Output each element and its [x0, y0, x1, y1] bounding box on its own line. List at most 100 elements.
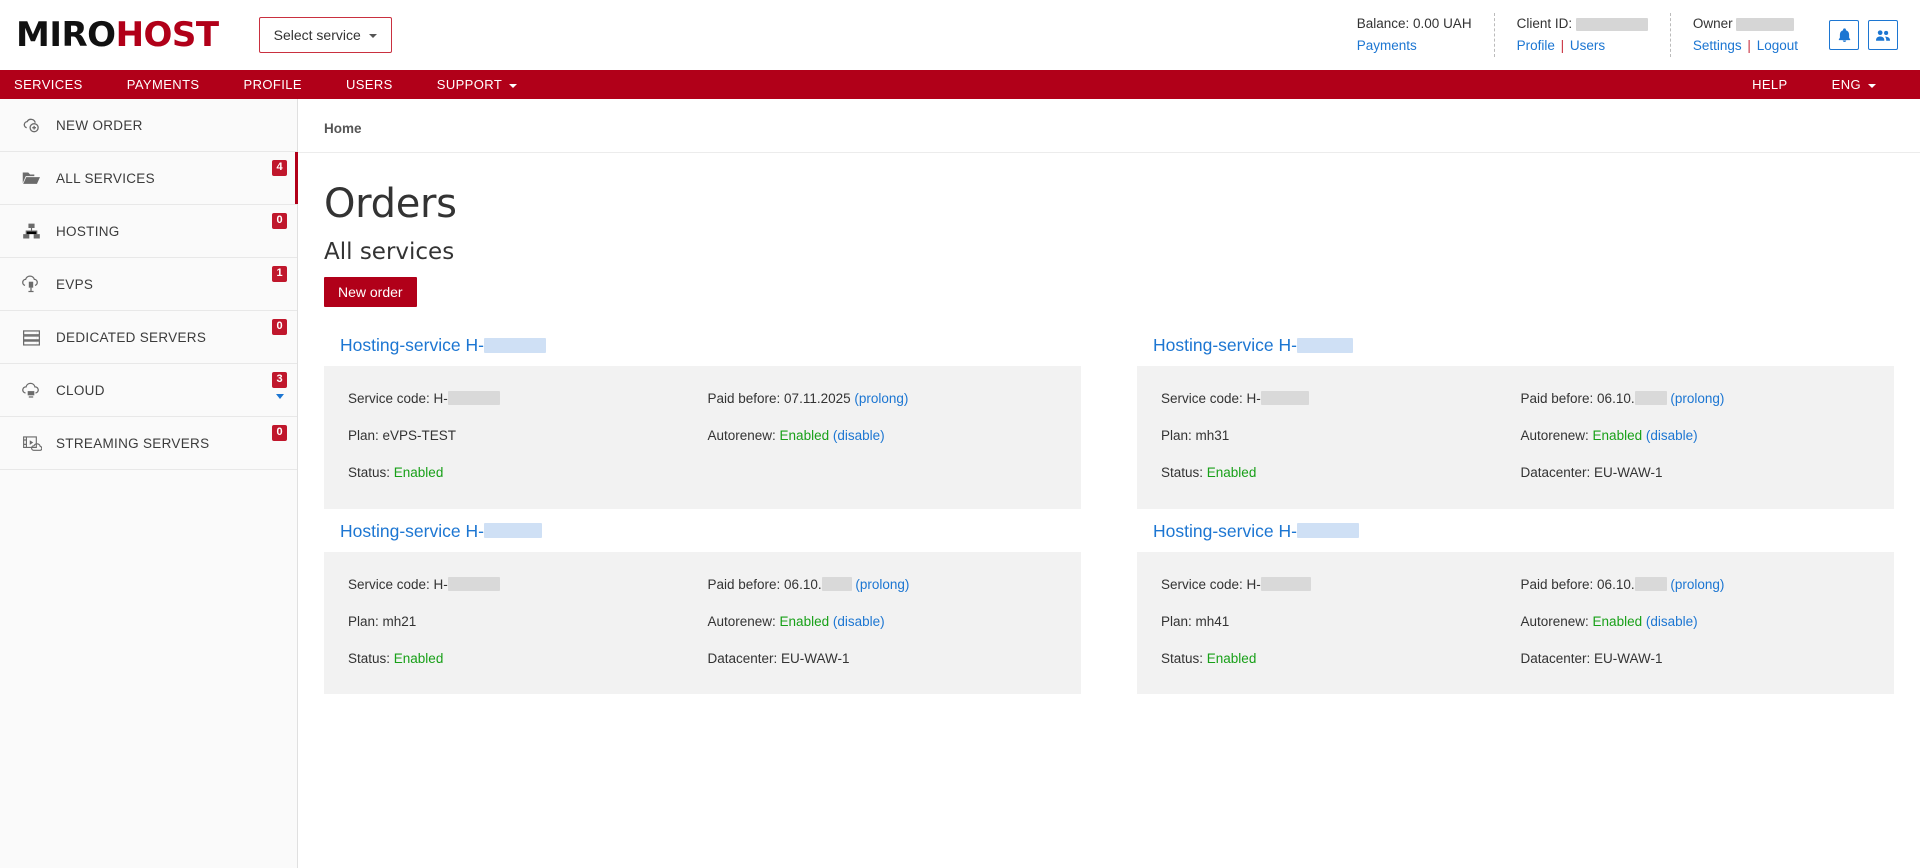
- nav-item-profile[interactable]: PROFILE: [222, 70, 324, 99]
- new-order-button[interactable]: New order: [324, 277, 417, 307]
- nav-item-users[interactable]: USERS: [324, 70, 415, 99]
- disable-autorenew-link[interactable]: (disable): [833, 614, 885, 629]
- nav-item-help[interactable]: HELP: [1730, 70, 1810, 99]
- paid-before-row: Paid before: 06.10. (prolong): [1520, 576, 1725, 592]
- client-id-redacted-value: [1575, 17, 1648, 31]
- main-content: Home Orders All services New order Hosti…: [298, 99, 1920, 868]
- page-title: Orders: [324, 181, 457, 227]
- logo-text-miro: MIRO: [16, 15, 116, 55]
- status-row: Status: Enabled: [348, 465, 444, 481]
- select-service-dropdown[interactable]: Select service: [258, 17, 392, 53]
- top-header: MIROHOST Select service Balance: 0.00 UA…: [0, 0, 1920, 70]
- settings-link[interactable]: Settings: [1693, 38, 1742, 53]
- server-stack-icon: [14, 327, 48, 348]
- logout-link[interactable]: Logout: [1757, 38, 1798, 53]
- client-block: Client ID: Profile | Users: [1493, 12, 1670, 58]
- autorenew-value: Enabled: [1592, 613, 1643, 629]
- owner-label: Owner: [1692, 15, 1733, 31]
- autorenew-row: Autorenew: Enabled (disable): [1520, 428, 1698, 444]
- balance-label: Balance: 0.00 UAH: [1356, 15, 1472, 31]
- service-card: Hosting-service H- Service code: H- Plan: …: [1137, 331, 1894, 509]
- service-card: Hosting-service H- Service code: H- Plan: …: [1137, 517, 1894, 695]
- nav-item-payments[interactable]: PAYMENTS: [105, 70, 222, 99]
- nav-item-services[interactable]: SERVICES: [0, 70, 105, 99]
- paid-before-row: Paid before: 06.10. (prolong): [1520, 391, 1725, 406]
- sidebar-badge: 0: [272, 319, 287, 335]
- status-value: Enabled: [393, 465, 444, 481]
- breadcrumb-home-link[interactable]: Home: [324, 121, 362, 136]
- sidebar-item-hosting[interactable]: HOSTING 0: [0, 205, 297, 258]
- service-card-right-column: Paid before: 06.10. (prolong) Autorenew: …: [1511, 386, 1871, 487]
- owner-block: Owner Settings | Logout: [1669, 12, 1820, 58]
- service-card-left-column: Service code: H- Plan: mh31 Status: Enable…: [1161, 386, 1511, 487]
- autorenew-row: Autorenew: Enabled (disable): [1520, 613, 1698, 629]
- profile-link[interactable]: Profile: [1517, 38, 1555, 53]
- disable-autorenew-link[interactable]: (disable): [833, 428, 885, 443]
- sidebar: NEW ORDER ALL SERVICES 4 HOSTING 0 EVPS …: [0, 99, 298, 868]
- prolong-link[interactable]: (prolong): [1670, 577, 1724, 592]
- nav-label: PROFILE: [243, 77, 302, 92]
- main-navigation: SERVICES PAYMENTS PROFILE USERS SUPPORT …: [0, 70, 1920, 99]
- disable-autorenew-link[interactable]: (disable): [1646, 428, 1698, 443]
- sidebar-badge: 4: [272, 160, 287, 176]
- page-body-wrapper: NEW ORDER ALL SERVICES 4 HOSTING 0 EVPS …: [0, 99, 1920, 868]
- prolong-link[interactable]: (prolong): [855, 577, 909, 592]
- users-link[interactable]: Users: [1570, 38, 1605, 53]
- payments-link[interactable]: Payments: [1357, 38, 1417, 53]
- redacted-service-code: [447, 391, 500, 406]
- service-card: Hosting-service H- Service code: H- Plan: …: [324, 517, 1081, 695]
- redacted-service-id: [1296, 523, 1359, 539]
- cloud-server-icon: [14, 273, 48, 295]
- sidebar-item-cloud[interactable]: CLOUD 3: [0, 364, 297, 417]
- owner-redacted-value: [1736, 17, 1795, 31]
- status-value: Enabled: [1206, 465, 1257, 481]
- nav-label: USERS: [345, 77, 393, 92]
- sidebar-item-evps[interactable]: EVPS 1: [0, 258, 297, 311]
- redacted-service-code: [1260, 391, 1309, 406]
- nav-item-support[interactable]: SUPPORT: [415, 70, 539, 99]
- cloud-plus-icon: [14, 115, 48, 136]
- redacted-service-id: [483, 523, 542, 539]
- redacted-service-code: [447, 577, 500, 591]
- datacenter-row: Datacenter: EU-WAW-1: [1520, 465, 1663, 481]
- service-card-body: Service code: H- Plan: eVPS-TEST Status: E…: [324, 366, 1081, 509]
- site-logo[interactable]: MIROHOST: [16, 18, 219, 52]
- service-code-row: Service code: H-: [348, 386, 698, 412]
- chevron-down-icon[interactable]: [276, 394, 284, 399]
- service-card-right-column: Paid before: 06.10. (prolong) Autorenew: …: [1511, 572, 1871, 673]
- accounts-button[interactable]: [1868, 20, 1898, 50]
- sidebar-item-label: HOSTING: [56, 223, 120, 239]
- service-card-title-link[interactable]: Hosting-service H-: [1137, 517, 1894, 552]
- disable-autorenew-link[interactable]: (disable): [1646, 614, 1698, 629]
- plan-row: Plan: mh41: [1161, 613, 1230, 629]
- link-separator: |: [1747, 38, 1751, 53]
- service-card-title-link[interactable]: Hosting-service H-: [1137, 331, 1894, 366]
- sidebar-item-all-services[interactable]: ALL SERVICES 4: [0, 152, 298, 205]
- nav-item-language[interactable]: ENG: [1810, 70, 1898, 99]
- notifications-button[interactable]: [1829, 20, 1859, 50]
- sidebar-item-new-order[interactable]: NEW ORDER: [0, 99, 297, 152]
- sidebar-item-label: DEDICATED SERVERS: [56, 329, 207, 345]
- link-separator: |: [1560, 38, 1565, 53]
- service-card-body: Service code: H- Plan: mh41 Status: Enable…: [1137, 551, 1894, 695]
- sidebar-badge: 3: [272, 372, 287, 388]
- sidebar-item-dedicated-servers[interactable]: DEDICATED SERVERS 0: [0, 311, 297, 364]
- service-card-left-column: Service code: H- Plan: mh21 Status: Enable…: [348, 572, 698, 673]
- status-row: Status: Enabled: [1161, 650, 1257, 666]
- redacted-service-id: [483, 337, 546, 353]
- page-body: Orders All services New order Hosting-se…: [298, 153, 1920, 695]
- plan-row: Plan: mh31: [1161, 428, 1230, 444]
- redacted-paid-year: [1634, 577, 1667, 591]
- prolong-link[interactable]: (prolong): [854, 391, 908, 406]
- folder-icon: [14, 167, 48, 189]
- redacted-paid-year: [821, 577, 852, 591]
- prolong-link[interactable]: (prolong): [1670, 391, 1724, 406]
- service-card-title-link[interactable]: Hosting-service H-: [324, 331, 1081, 366]
- service-card-title-link[interactable]: Hosting-service H-: [324, 517, 1081, 552]
- sidebar-badge: 0: [272, 213, 287, 229]
- status-value: Enabled: [1206, 650, 1257, 666]
- paid-before-row: Paid before: 06.10. (prolong): [707, 576, 910, 592]
- nav-label: PAYMENTS: [126, 77, 200, 92]
- sidebar-item-streaming-servers[interactable]: STREAMING SERVERS 0: [0, 417, 297, 470]
- header-right-area: Balance: 0.00 UAH Payments Client ID: Pr…: [1335, 12, 1898, 58]
